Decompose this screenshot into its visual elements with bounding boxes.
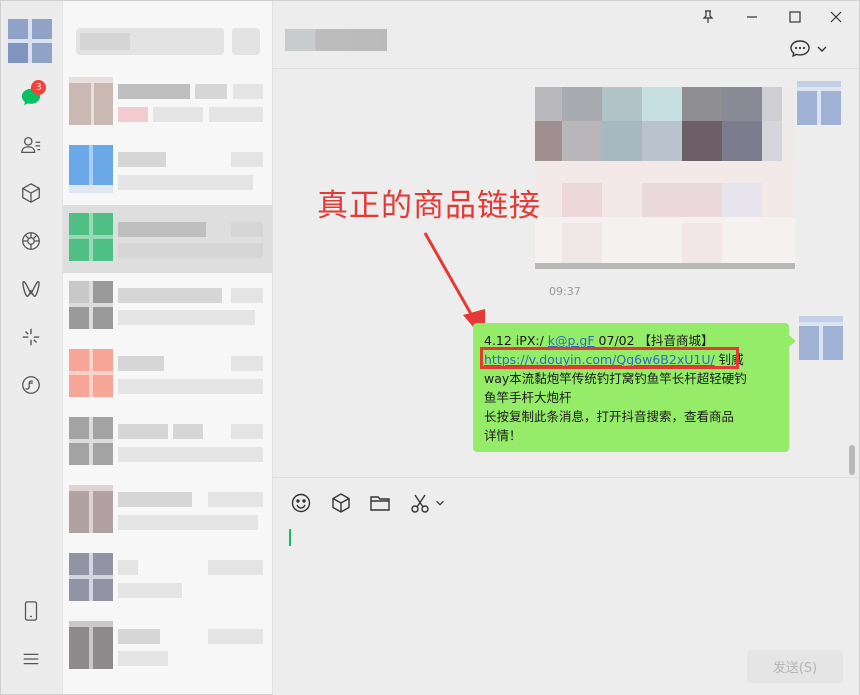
conversation-item[interactable] bbox=[63, 477, 272, 545]
channels-icon[interactable] bbox=[17, 275, 45, 303]
search-input[interactable] bbox=[76, 28, 224, 55]
header-divider bbox=[273, 68, 859, 69]
link-text[interactable]: k@p.gF bbox=[548, 333, 595, 348]
annotation-label: 真正的商品链接 bbox=[317, 188, 541, 224]
unread-badge: 3 bbox=[31, 80, 46, 95]
favorites-icon[interactable] bbox=[328, 490, 354, 516]
conversation-item-active[interactable] bbox=[63, 205, 272, 273]
minimize-icon[interactable] bbox=[738, 5, 766, 29]
conversation-item[interactable] bbox=[63, 545, 272, 613]
emoji-icon[interactable] bbox=[288, 490, 314, 516]
screenshot-icon[interactable] bbox=[407, 490, 433, 516]
phone-icon[interactable] bbox=[17, 597, 45, 625]
link-message-bubble[interactable]: 4.12 iPX:/ k@p.gF 07/02 【抖音商城】 https://v… bbox=[473, 323, 796, 452]
avatar bbox=[69, 145, 113, 193]
my-avatar[interactable] bbox=[799, 316, 843, 360]
mini-programs-icon[interactable] bbox=[17, 323, 45, 351]
wechat-window: 3 09:37 真正的商品链接 4.12 iPX:/ k@p.gF 07/02 … bbox=[0, 0, 860, 695]
chat-panel: 09:37 真正的商品链接 4.12 iPX:/ k@p.gF 07/02 【抖… bbox=[273, 1, 859, 695]
conversation-item[interactable] bbox=[63, 69, 272, 137]
avatar bbox=[69, 621, 113, 669]
input-area: 发送(S) bbox=[273, 477, 859, 695]
moments-icon[interactable] bbox=[17, 227, 45, 255]
text-cursor[interactable] bbox=[289, 529, 291, 546]
message-timestamp: 09:37 bbox=[549, 285, 581, 298]
conversation-item[interactable] bbox=[63, 273, 272, 341]
conversation-list bbox=[63, 1, 273, 694]
add-button[interactable] bbox=[232, 28, 260, 55]
avatar bbox=[69, 213, 113, 261]
menu-icon[interactable] bbox=[17, 645, 45, 673]
chat-title bbox=[285, 29, 387, 51]
conversation-item[interactable] bbox=[63, 137, 272, 205]
pin-icon[interactable] bbox=[694, 5, 722, 29]
send-button[interactable]: 发送(S) bbox=[747, 650, 843, 683]
conversation-item[interactable] bbox=[63, 409, 272, 477]
avatar bbox=[69, 485, 113, 533]
avatar bbox=[69, 553, 113, 601]
avatar bbox=[69, 281, 113, 329]
conversation-item[interactable] bbox=[63, 613, 272, 681]
chat-bubble-icon bbox=[790, 40, 810, 58]
conversation-item[interactable] bbox=[63, 341, 272, 409]
contacts-icon[interactable] bbox=[17, 131, 45, 159]
avatar bbox=[69, 349, 113, 397]
more-options-button[interactable] bbox=[789, 37, 835, 61]
avatar bbox=[69, 77, 113, 125]
maximize-icon[interactable] bbox=[781, 5, 809, 29]
url-highlight-box bbox=[480, 347, 739, 369]
chevron-down-icon bbox=[817, 46, 827, 52]
close-icon[interactable] bbox=[822, 5, 850, 29]
scrollbar[interactable] bbox=[849, 445, 855, 475]
folder-icon[interactable] bbox=[367, 490, 393, 516]
chevron-down-icon[interactable] bbox=[433, 490, 447, 516]
my-avatar[interactable] bbox=[797, 81, 841, 125]
search-icon[interactable] bbox=[17, 371, 45, 399]
self-avatar[interactable] bbox=[8, 19, 52, 63]
avatar bbox=[69, 417, 113, 465]
image-message[interactable] bbox=[535, 87, 795, 269]
nav-sidebar: 3 bbox=[1, 1, 63, 694]
favorites-icon[interactable] bbox=[17, 179, 45, 207]
